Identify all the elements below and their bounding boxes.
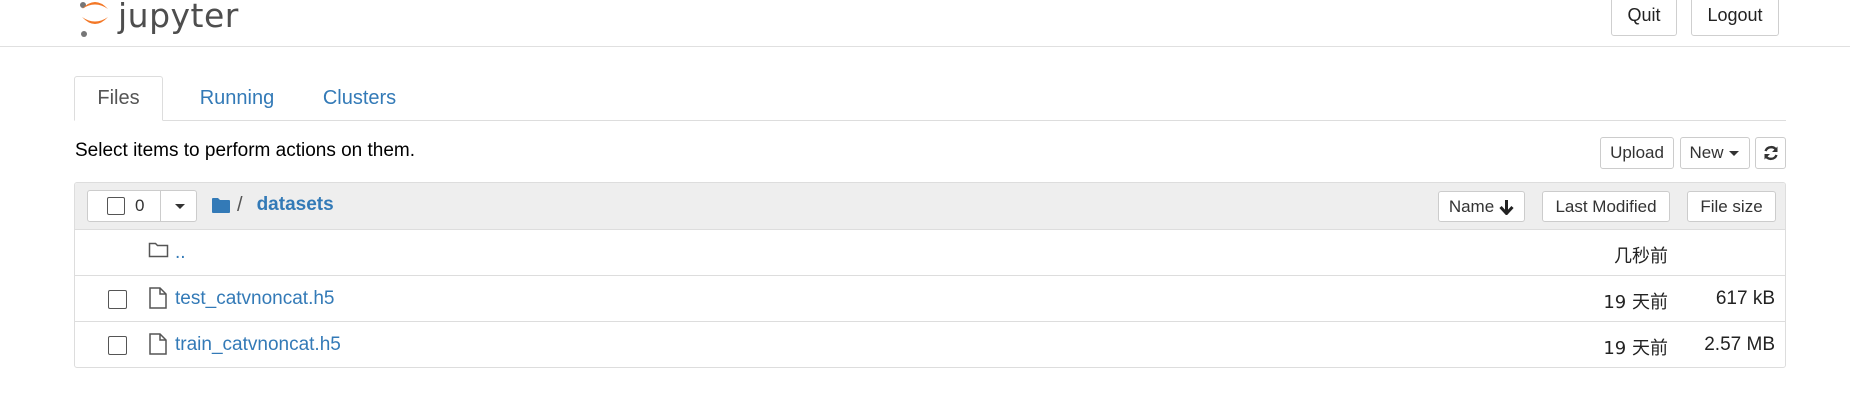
select-all-group: 0 <box>87 190 197 222</box>
list-item-modified: 19 天前 <box>1603 292 1668 313</box>
list-item-name[interactable]: test_catvnoncat.h5 <box>175 288 335 310</box>
file-icon <box>149 287 167 309</box>
upload-button[interactable]: Upload <box>1600 137 1674 169</box>
sort-by-name-button[interactable]: Name <box>1438 191 1525 222</box>
selected-count: 0 <box>135 196 145 215</box>
tab-bar: Files Running Clusters <box>74 76 1786 121</box>
breadcrumb-current-folder[interactable]: datasets <box>257 194 334 216</box>
breadcrumb: / datasets <box>211 193 334 217</box>
jupyter-logo[interactable]: jupyter <box>78 0 239 42</box>
new-dropdown-button[interactable]: New <box>1680 137 1750 169</box>
name-column-label: Name <box>1448 196 1495 216</box>
caret-down-icon <box>174 204 185 209</box>
tab-running[interactable]: Running <box>177 76 297 120</box>
sort-by-last-modified-button[interactable]: Last Modified <box>1542 191 1670 222</box>
tab-files[interactable]: Files <box>74 76 163 121</box>
top-header: jupyter Quit Logout <box>0 0 1850 47</box>
folder-icon[interactable] <box>211 197 231 214</box>
list-item-modified: 19 天前 <box>1603 338 1668 359</box>
folder-open-icon <box>148 242 169 258</box>
list-item-name[interactable]: train_catvnoncat.h5 <box>175 334 341 356</box>
logo-text: jupyter <box>118 0 239 35</box>
tab-clusters[interactable]: Clusters <box>297 76 422 120</box>
new-button-label: New <box>1689 143 1724 162</box>
logout-button[interactable]: Logout <box>1691 0 1779 36</box>
select-all-checkbox[interactable] <box>107 197 125 215</box>
list-item-parent-folder[interactable]: .. 几秒前 <box>75 230 1785 276</box>
file-list-panel: 0 / datasets Name Last Modified File siz… <box>74 182 1786 368</box>
breadcrumb-separator: / <box>237 193 243 216</box>
selection-hint: Select items to perform actions on them. <box>75 140 416 161</box>
file-list-header: 0 / datasets Name Last Modified File siz… <box>75 183 1785 230</box>
list-item-file[interactable]: train_catvnoncat.h5 19 天前 2.57 MB <box>75 322 1785 367</box>
refresh-icon <box>1763 145 1778 161</box>
select-menu-dropdown[interactable] <box>160 190 198 222</box>
list-item-name[interactable]: .. <box>175 242 186 264</box>
quit-button[interactable]: Quit <box>1611 0 1677 36</box>
jupyter-logo-icon <box>80 2 108 37</box>
list-item-size: 2.57 MB <box>1704 334 1775 355</box>
list-item-checkbox[interactable] <box>108 290 127 309</box>
arrow-down-icon <box>1499 199 1514 215</box>
list-item-file[interactable]: test_catvnoncat.h5 19 天前 617 kB <box>75 276 1785 322</box>
list-item-modified: 几秒前 <box>1614 246 1668 267</box>
refresh-button[interactable] <box>1755 137 1786 169</box>
list-item-size: 617 kB <box>1715 288 1775 309</box>
caret-down-icon <box>1728 151 1739 156</box>
list-item-checkbox[interactable] <box>108 336 127 355</box>
sort-by-file-size-button[interactable]: File size <box>1687 191 1776 222</box>
file-icon <box>149 333 167 355</box>
